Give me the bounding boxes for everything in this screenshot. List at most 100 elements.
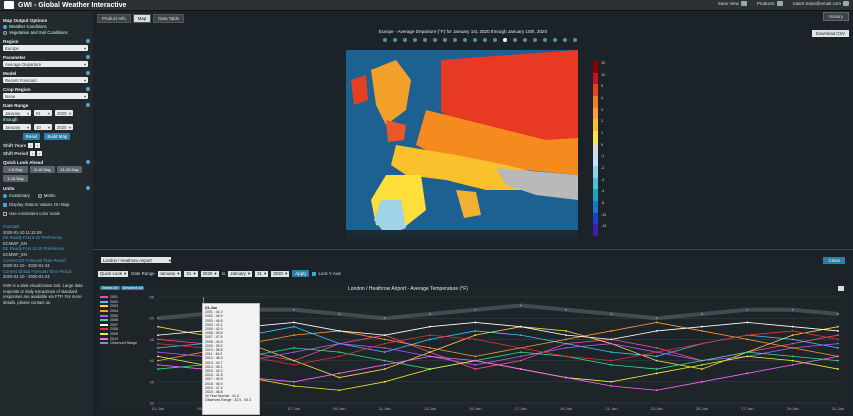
data-point[interactable]: [565, 338, 567, 341]
data-point[interactable]: [157, 317, 159, 320]
start-year-select[interactable]: 2020 ▾: [55, 110, 73, 116]
data-point[interactable]: [338, 372, 341, 375]
data-point[interactable]: [338, 313, 341, 315]
data-point[interactable]: [429, 338, 431, 341]
data-point[interactable]: [383, 338, 386, 341]
data-point[interactable]: [655, 351, 658, 354]
tab-map[interactable]: Map: [132, 14, 152, 23]
data-point[interactable]: [474, 321, 477, 324]
data-point[interactable]: [157, 346, 159, 349]
date-dot[interactable]: [523, 38, 527, 42]
data-point[interactable]: [474, 334, 477, 337]
date-dot[interactable]: [563, 38, 567, 42]
date-dot-current[interactable]: [503, 38, 507, 42]
data-point[interactable]: [610, 380, 613, 383]
data-point[interactable]: [565, 376, 567, 379]
crop-region-select[interactable]: None ▾: [3, 93, 88, 99]
chart-end-month[interactable]: January ▾: [228, 270, 253, 277]
data-point[interactable]: [383, 342, 386, 345]
data-point[interactable]: [791, 346, 794, 349]
history-button[interactable]: History: [822, 12, 849, 21]
shift-back-button[interactable]: ‹: [28, 143, 34, 148]
data-point[interactable]: [655, 321, 658, 324]
data-point[interactable]: [655, 346, 658, 349]
date-dot[interactable]: [553, 38, 557, 42]
data-point[interactable]: [383, 334, 386, 337]
data-point[interactable]: [565, 342, 567, 345]
data-point[interactable]: [157, 368, 159, 370]
data-point[interactable]: [519, 368, 522, 370]
data-point[interactable]: [565, 330, 567, 332]
data-point[interactable]: [429, 325, 431, 328]
start-day-select[interactable]: 01 ▾: [34, 110, 52, 116]
quick-look-1-15-button[interactable]: 1-15 Day: [3, 175, 28, 182]
tab-product-info[interactable]: Product Info: [97, 14, 131, 23]
data-point[interactable]: [791, 334, 794, 337]
data-point[interactable]: [338, 351, 341, 354]
data-point[interactable]: [293, 346, 295, 349]
data-point[interactable]: [610, 363, 613, 366]
data-point[interactable]: [746, 372, 749, 375]
customary-radio[interactable]: Customary: [3, 193, 30, 198]
data-point[interactable]: [383, 380, 386, 383]
data-point[interactable]: [791, 325, 794, 328]
shift-back-button[interactable]: ‹: [30, 151, 36, 156]
data-point[interactable]: [837, 346, 839, 349]
date-dot[interactable]: [463, 38, 467, 42]
data-point[interactable]: [293, 380, 295, 383]
tab-data-table[interactable]: Data Table: [153, 14, 185, 23]
data-point[interactable]: [293, 325, 295, 328]
data-point[interactable]: [383, 368, 386, 370]
date-dot[interactable]: [543, 38, 547, 42]
data-point[interactable]: [791, 355, 794, 358]
date-dot[interactable]: [413, 38, 417, 42]
data-point[interactable]: [474, 359, 477, 362]
end-day-select[interactable]: 10 ▾: [34, 124, 52, 130]
data-point[interactable]: [655, 372, 658, 375]
data-point[interactable]: [746, 321, 749, 324]
series-line-2010[interactable]: [157, 355, 839, 391]
end-year-select[interactable]: 2020 ▾: [55, 124, 73, 130]
close-button[interactable]: Close: [823, 257, 845, 264]
data-point[interactable]: [383, 363, 386, 366]
quick-look-11-15-button[interactable]: 11-15 Day: [57, 166, 82, 173]
data-point[interactable]: [655, 368, 658, 370]
data-point[interactable]: [474, 363, 477, 366]
data-point[interactable]: [383, 317, 386, 320]
data-point[interactable]: [429, 334, 431, 337]
save-view-button[interactable]: Save View: [718, 1, 747, 6]
data-point[interactable]: [565, 334, 567, 337]
parameter-select[interactable]: Average Departure ▾: [3, 61, 88, 67]
lock-axis-checkbox[interactable]: Lock Y Axis: [312, 271, 341, 276]
apply-button[interactable]: Apply: [292, 270, 310, 277]
data-point[interactable]: [519, 304, 522, 307]
data-point[interactable]: [837, 359, 839, 362]
data-point[interactable]: [338, 376, 341, 379]
data-point[interactable]: [655, 317, 658, 320]
data-point[interactable]: [610, 359, 613, 362]
reset-button[interactable]: Reset: [22, 133, 41, 140]
data-point[interactable]: [746, 334, 749, 337]
series-line-2009[interactable]: [157, 355, 839, 391]
data-point[interactable]: [791, 363, 794, 366]
chart-start-month[interactable]: January ▾: [157, 270, 182, 277]
data-point[interactable]: [293, 385, 295, 387]
chart-end-year[interactable]: 2020 ▾: [271, 270, 290, 277]
data-point[interactable]: [157, 351, 159, 354]
display-station-checkbox[interactable]: Display Station Values On Map: [3, 202, 90, 207]
build-map-button[interactable]: Build Map: [44, 133, 71, 140]
data-point[interactable]: [655, 359, 658, 362]
data-point[interactable]: [338, 342, 341, 345]
data-point[interactable]: [429, 355, 431, 358]
data-point[interactable]: [610, 338, 613, 341]
data-point[interactable]: [383, 346, 386, 349]
start-month-select[interactable]: January ▾: [3, 110, 31, 116]
data-point[interactable]: [429, 346, 431, 349]
data-point[interactable]: [429, 351, 431, 354]
data-point[interactable]: [837, 342, 839, 345]
data-point[interactable]: [610, 385, 613, 387]
date-dot[interactable]: [573, 38, 577, 42]
data-point[interactable]: [610, 342, 613, 345]
data-point[interactable]: [791, 330, 794, 332]
data-point[interactable]: [338, 389, 341, 392]
